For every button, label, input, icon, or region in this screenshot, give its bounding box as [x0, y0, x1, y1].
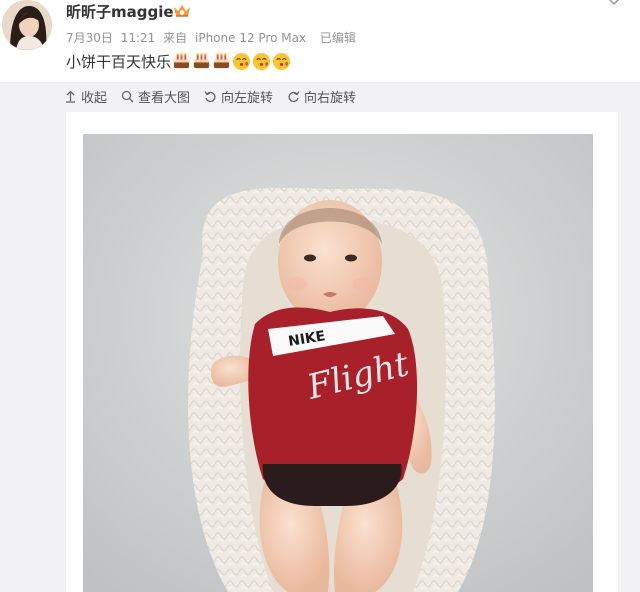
rotate-left-icon [204, 90, 216, 102]
media-toolbar: 收起 查看大图 向左旋转 向右旋转 [64, 82, 370, 110]
rotate-right-button[interactable]: 向右旋转 [287, 87, 356, 106]
kiss-face-icon [272, 52, 291, 71]
cake-icon [212, 52, 231, 71]
collapse-label: 收起 [81, 90, 108, 106]
chevron-down-icon[interactable] [608, 0, 620, 8]
post-header: 昕昕子maggie 7月30日 11:21 来自 iPhone 12 Pro M… [0, 0, 640, 82]
collapse-up-icon [66, 90, 75, 103]
vip-crown-icon[interactable] [173, 3, 191, 18]
avatar[interactable] [2, 0, 52, 50]
collapse-button[interactable]: 收起 [64, 87, 107, 106]
media-area: 收起 查看大图 向左旋转 向右旋转 NIKE Flight [0, 82, 640, 592]
source-prefix: 来自 [163, 31, 188, 45]
kiss-face-icon [252, 52, 271, 71]
edited-label[interactable]: 已编辑 [320, 31, 356, 45]
source-device[interactable]: iPhone 12 Pro Max [195, 31, 306, 45]
rotate-left-label: 向左旋转 [221, 90, 274, 106]
rotate-right-icon [288, 90, 300, 102]
username[interactable]: 昕昕子maggie [66, 1, 174, 22]
rotate-right-label: 向右旋转 [304, 90, 357, 106]
rotate-left-button[interactable]: 向左旋转 [204, 87, 273, 106]
post-text: 小饼干百天快乐 [66, 51, 291, 72]
cake-icon [192, 52, 211, 71]
post-body: 小饼干百天快乐 [66, 53, 172, 71]
post-date[interactable]: 7月30日 [66, 31, 113, 45]
post-time[interactable]: 11:21 [121, 31, 156, 45]
post-meta: 7月30日 11:21 来自 iPhone 12 Pro Max 已编辑 [66, 29, 360, 46]
search-icon [121, 90, 134, 102]
photo-card: NIKE Flight [66, 112, 618, 592]
baby-photo[interactable]: NIKE Flight [83, 134, 593, 592]
view-large-button[interactable]: 查看大图 [121, 87, 190, 106]
kiss-face-icon [232, 52, 251, 71]
cake-icon [172, 52, 191, 71]
view-large-label: 查看大图 [138, 90, 191, 106]
